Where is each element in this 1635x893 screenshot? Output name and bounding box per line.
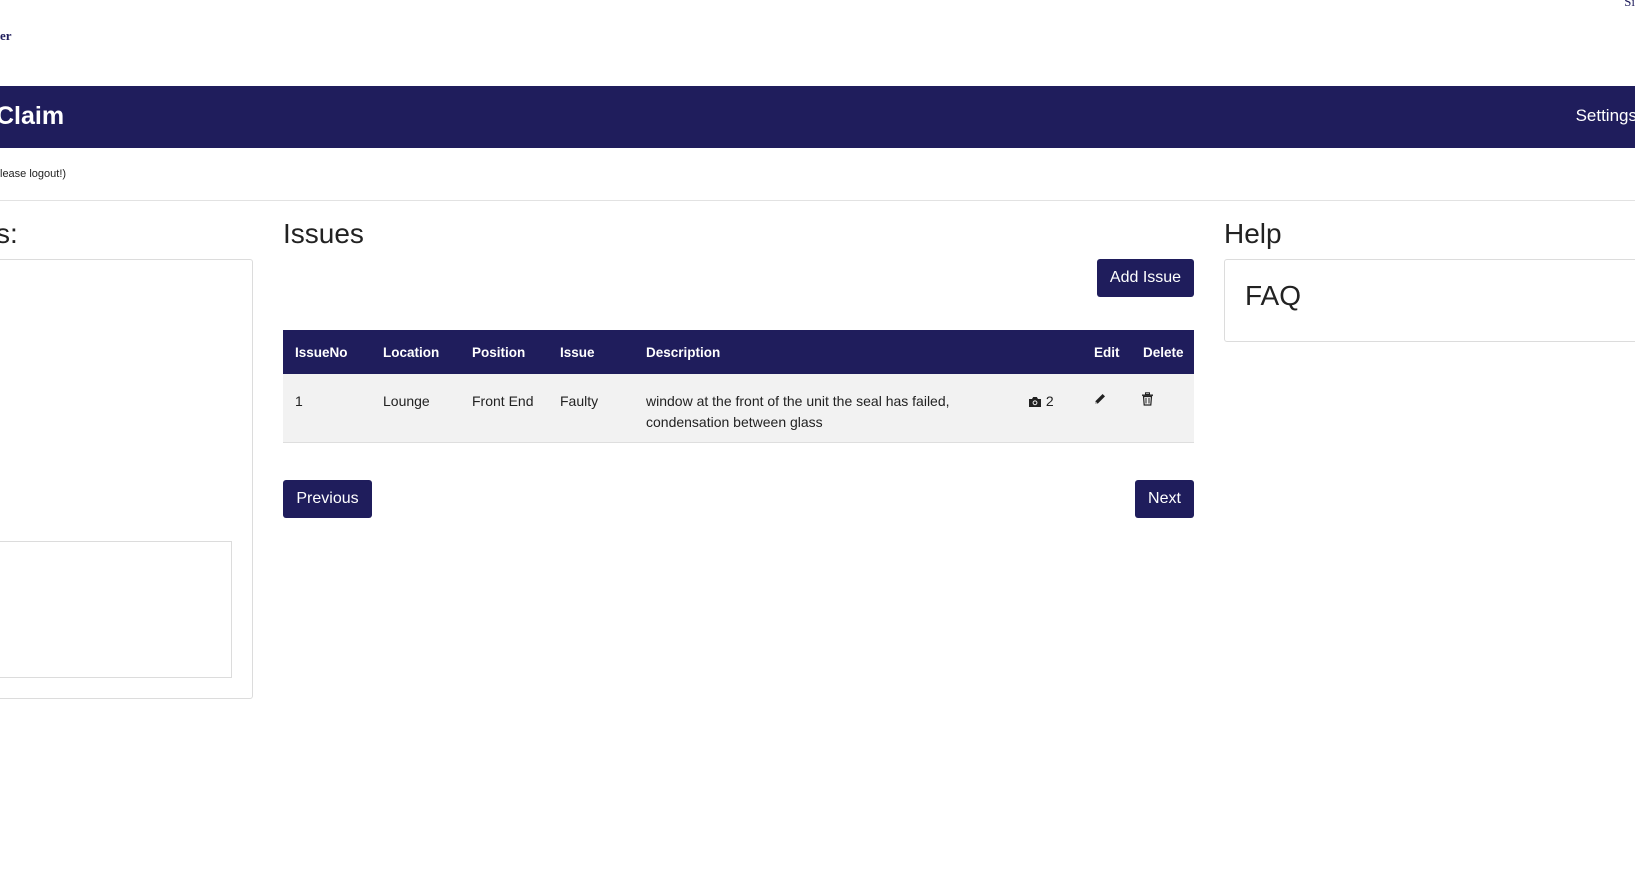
help-heading: Help	[1224, 218, 1282, 249]
settings-link[interactable]: Settings	[1576, 106, 1635, 126]
faq-title[interactable]: FAQ	[1245, 280, 1301, 312]
column-header-photos	[1000, 330, 1082, 374]
cell-edit	[1082, 374, 1131, 442]
camera-icon[interactable]	[1028, 396, 1042, 408]
pencil-icon[interactable]	[1093, 392, 1107, 406]
page: er Si Claim Settings lease logout!) s: I…	[0, 0, 1635, 893]
add-issue-button[interactable]: Add Issue	[1097, 259, 1194, 297]
column-header-description: Description	[646, 344, 721, 360]
cell-issue: Faulty	[560, 393, 599, 409]
cell-position: Front End	[472, 393, 534, 409]
column-header-issue: Issue	[560, 344, 595, 360]
logout-notice: lease logout!)	[0, 168, 67, 180]
issues-heading: Issues	[283, 218, 364, 249]
brand-link[interactable]: er	[0, 28, 12, 44]
cell-photos: 2	[1000, 374, 1082, 442]
sign-in-link[interactable]: Si	[1624, 0, 1635, 10]
trash-icon[interactable]	[1141, 392, 1154, 406]
cell-issue-no: 1	[295, 393, 303, 409]
column-header-issueno: IssueNo	[295, 344, 348, 360]
cell-location: Lounge	[383, 393, 430, 409]
cell-delete	[1131, 374, 1194, 442]
next-button[interactable]: Next	[1135, 480, 1194, 518]
left-panel-heading: s:	[0, 218, 18, 249]
photo-count: 2	[1045, 393, 1054, 409]
divider	[0, 200, 1635, 201]
previous-button[interactable]: Previous	[283, 480, 372, 518]
issues-table: IssueNo Location Position Issue Descript…	[283, 330, 1194, 443]
table-row: 1 Lounge Front End Faulty window at the …	[283, 374, 1194, 442]
app-title[interactable]: Claim	[0, 102, 64, 131]
top-strip: er Si	[0, 0, 1635, 86]
column-header-edit: Edit	[1094, 344, 1120, 360]
cell-description: window at the front of the unit the seal…	[646, 393, 950, 430]
table-header-row: IssueNo Location Position Issue Descript…	[283, 330, 1194, 374]
column-header-position: Position	[472, 344, 526, 360]
navbar: Claim Settings	[0, 86, 1635, 148]
column-header-delete: Delete	[1143, 344, 1184, 360]
help-panel: FAQ	[1224, 259, 1635, 342]
left-panel-inner-box	[0, 541, 232, 678]
column-header-location: Location	[383, 344, 440, 360]
